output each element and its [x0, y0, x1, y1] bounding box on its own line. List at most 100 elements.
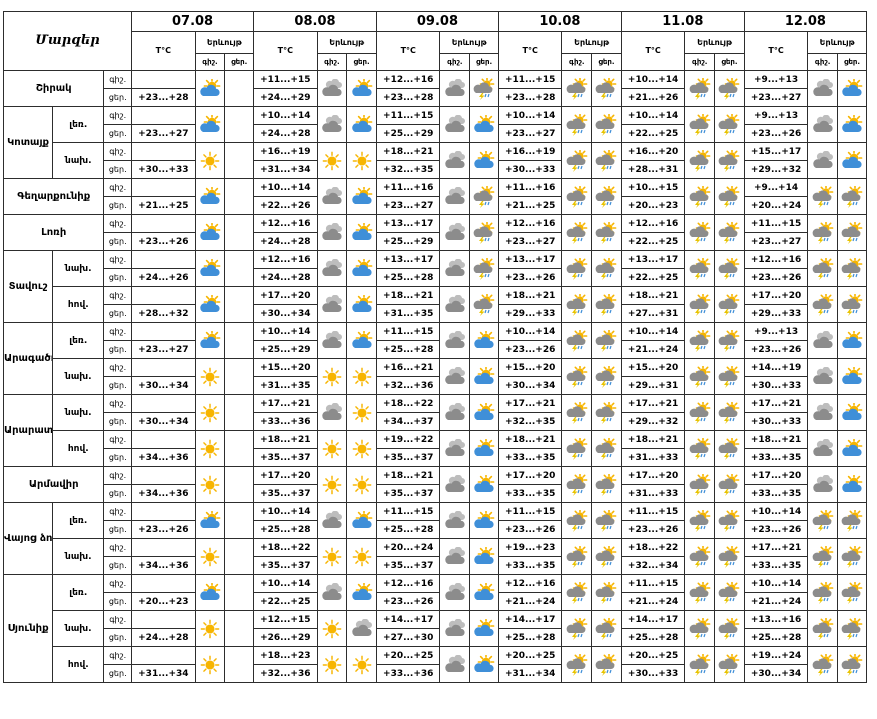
cloudy-icon	[807, 358, 839, 395]
partly-cloudy-icon	[346, 574, 377, 611]
thunderstorm-icon	[684, 610, 716, 647]
thunderstorm-icon	[714, 430, 745, 467]
icon-night-empty	[224, 286, 255, 323]
thunderstorm-icon	[684, 250, 716, 287]
cloudy-icon	[807, 106, 839, 143]
temp-header: T°C	[743, 31, 809, 71]
partly-cloudy-icon	[837, 358, 867, 395]
icon-night-empty	[224, 106, 255, 143]
day-label: ցեր.	[103, 556, 133, 575]
icon-night-empty	[224, 214, 255, 251]
day-label: ցեր.	[103, 196, 133, 215]
icon-night-empty	[224, 574, 255, 611]
cloudy-icon	[439, 538, 471, 575]
temp-day: +33...+35	[743, 448, 809, 467]
temp-night: +14...+17	[375, 610, 441, 629]
temp-day: +21...+24	[620, 340, 686, 359]
temp-night: +19...+24	[743, 646, 809, 665]
temp-night: +18...+22	[620, 538, 686, 557]
day-label: ցեր.	[103, 232, 133, 251]
temp-header: T°C	[497, 31, 563, 71]
temp-day: +35...+37	[375, 484, 441, 503]
day-label: ցեր.	[103, 376, 133, 395]
thunderstorm-icon	[714, 250, 745, 287]
regions-title: Մարզեր	[2, 11, 133, 71]
temp-day: +23...+27	[743, 88, 809, 107]
date-header: 10.08	[497, 11, 622, 32]
temp-header: T°C	[131, 31, 196, 71]
partly-cloudy-icon	[346, 502, 377, 539]
cloudy-icon	[316, 574, 348, 611]
temp-day: +30...+34	[497, 376, 563, 395]
date-header: 09.08	[375, 11, 499, 32]
region-name: Կոտայք	[2, 106, 54, 179]
temp-night: +17...+20	[743, 466, 809, 485]
night-label: գիշ.	[103, 178, 133, 197]
thunderstorm-icon	[684, 358, 716, 395]
partly-cloudy-icon	[469, 538, 499, 575]
partly-cloudy-icon	[837, 70, 867, 107]
thunderstorm-icon	[591, 250, 622, 287]
sun-icon	[194, 538, 226, 575]
thunderstorm-icon	[591, 610, 622, 647]
temp-night: +11...+15	[497, 70, 563, 89]
thunderstorm-icon	[684, 286, 716, 323]
thunderstorm-icon	[591, 394, 622, 431]
thunderstorm-icon	[714, 214, 745, 251]
temp-day: +21...+24	[620, 592, 686, 611]
temp-night: +12...+16	[497, 214, 563, 233]
sun-icon	[346, 466, 377, 503]
cloudy-icon	[439, 286, 471, 323]
temp-day: +33...+35	[497, 484, 563, 503]
temp-night: +10...+14	[620, 106, 686, 125]
cloudy-icon	[316, 286, 348, 323]
table-row: Տավուշ նախ. գիշ. +12...+16 +13...+17 +13...+1…	[2, 250, 867, 323]
temp-night-empty	[131, 646, 196, 665]
temp-day: +21...+24	[497, 592, 563, 611]
thunderstorm-icon	[684, 106, 716, 143]
thunderstorm-icon	[684, 394, 716, 431]
partly-cloudy-icon	[837, 322, 867, 359]
temp-night: +12...+16	[375, 70, 441, 89]
temp-night: +10...+14	[620, 70, 686, 89]
date-header: 07.08	[131, 11, 255, 32]
temp-night: +15...+20	[620, 358, 686, 377]
temp-day: +25...+28	[743, 628, 809, 647]
temp-night-empty	[131, 466, 196, 485]
region-name: Վայոց ձոր	[2, 502, 54, 575]
region-name: Սյունիք	[2, 574, 54, 683]
thunderstorm-icon	[561, 322, 593, 359]
sun-icon	[316, 538, 348, 575]
cloudy-icon	[807, 430, 839, 467]
table-row: Արմավիր գիշ. +17...+20 +18...+21 +17...+20 +1…	[2, 466, 867, 503]
night-header: գիշ.	[439, 53, 471, 71]
temp-night: +13...+17	[497, 250, 563, 269]
temp-day: +28...+31	[620, 160, 686, 179]
temp-night: +11...+15	[375, 502, 441, 521]
night-label: գիշ.	[103, 538, 133, 557]
night-label: գիշ.	[103, 322, 133, 341]
region-name: Արմավիր	[2, 466, 105, 503]
temp-day: +25...+28	[375, 520, 441, 539]
subregion-label: նախ.	[52, 538, 105, 575]
sun-icon	[194, 646, 226, 683]
partly-cloudy-icon	[194, 322, 226, 359]
sun-icon	[316, 610, 348, 647]
temp-day: +31...+35	[253, 376, 318, 395]
thunderstorm-icon	[591, 502, 622, 539]
partly-cloudy-icon	[469, 610, 499, 647]
region-name: Շիրակ	[2, 70, 105, 107]
thunderstorm-icon	[714, 502, 745, 539]
temp-day: +34...+36	[131, 484, 196, 503]
temp-night: +17...+20	[743, 286, 809, 305]
thunderstorm-icon	[684, 430, 716, 467]
temp-day: +29...+31	[620, 376, 686, 395]
thunderstorm-icon	[714, 106, 745, 143]
temp-night: +17...+20	[253, 286, 318, 305]
thunderstorm-icon	[714, 142, 745, 179]
thunderstorm-icon	[837, 574, 867, 611]
partly-cloudy-icon	[837, 466, 867, 503]
temp-day: +32...+36	[375, 376, 441, 395]
partly-cloudy-icon	[194, 574, 226, 611]
cloudy-icon	[807, 466, 839, 503]
